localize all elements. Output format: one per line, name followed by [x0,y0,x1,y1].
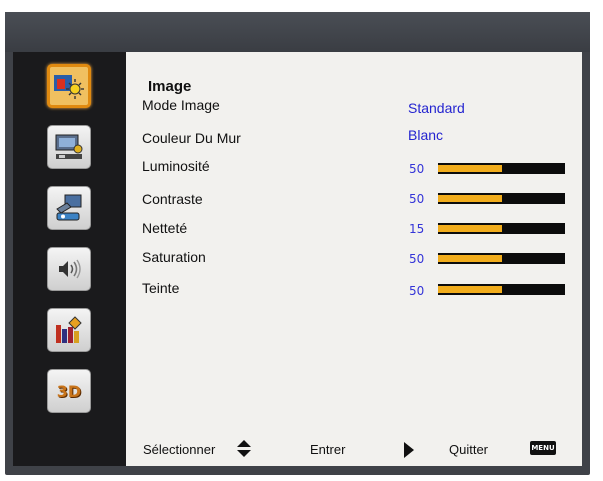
wall-color-value[interactable]: Blanc [408,127,443,143]
brightness-label[interactable]: Luminosité [142,158,210,174]
select-hint: Sélectionner [143,442,216,457]
contrast-value: 50 [409,192,425,206]
image-settings-icon [54,75,84,99]
mode-image-value[interactable]: Standard [408,100,465,116]
volume-icon [59,259,81,279]
wall-color-label[interactable]: Couleur Du Mur [142,130,241,146]
brightness-fill [438,165,502,172]
mode-image-label[interactable]: Mode Image [142,97,220,113]
sharpness-slider[interactable] [438,223,565,234]
sharpness-value: 15 [409,222,425,236]
sidebar-item-display[interactable] [47,125,91,169]
up-down-arrow-icon [237,440,251,457]
contrast-slider[interactable] [438,193,565,204]
sidebar-item-image[interactable] [47,64,91,108]
3d-icon: 3D [56,381,82,401]
sidebar-item-setup[interactable] [47,186,91,230]
brightness-value: 50 [409,162,425,176]
sharpness-label[interactable]: Netteté [142,220,187,236]
saturation-slider[interactable] [438,253,565,264]
sidebar-item-3d[interactable]: 3D [47,369,91,413]
sharpness-fill [438,225,502,232]
enter-hint: Entrer [310,442,346,457]
menu-key-icon: MENU [530,441,556,455]
quit-hint: Quitter [449,442,489,457]
tint-fill [438,286,502,293]
display-settings-icon [55,134,83,159]
sidebar-item-volume[interactable] [47,247,91,291]
setup-icon [56,194,82,221]
options-icon [56,316,82,343]
sidebar: 3D [13,52,126,466]
tint-slider[interactable] [438,284,565,295]
osd-frame: 3D Image Mode Image Standard Couleur Du … [5,12,590,475]
saturation-value: 50 [409,252,425,266]
brightness-slider[interactable] [438,163,565,174]
top-band [5,12,590,52]
tint-label[interactable]: Teinte [142,280,179,296]
saturation-label[interactable]: Saturation [142,249,206,265]
contrast-fill [438,195,502,202]
image-menu-panel: Image Mode Image Standard Couleur Du Mur… [126,52,582,466]
contrast-label[interactable]: Contraste [142,191,203,207]
saturation-fill [438,255,502,262]
page-title: Image [148,78,192,95]
sidebar-item-options[interactable] [47,308,91,352]
right-arrow-icon [404,442,414,458]
tint-value: 50 [409,284,425,298]
